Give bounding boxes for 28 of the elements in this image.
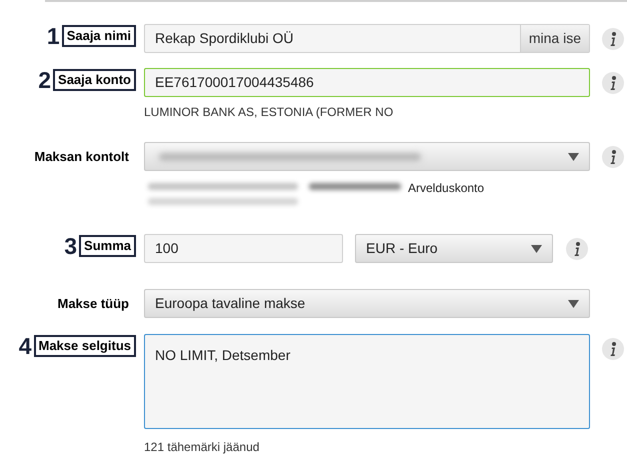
info-icon[interactable] [602, 338, 624, 360]
field-label: Maksan kontolt [34, 148, 130, 166]
caret-icon [568, 300, 579, 308]
payment-type-select[interactable]: Euroopa tavaline makse [144, 289, 590, 318]
field-label: Makse selgitus [34, 335, 136, 357]
step-number: 1 [46, 23, 60, 49]
info-icon[interactable] [566, 238, 588, 260]
account-type: Arvelduskonto [408, 180, 484, 197]
bank-name: LUMINOR BANK AS, ESTONIA (FORMER NO [144, 104, 394, 121]
field-label: Saaja konto [53, 69, 136, 91]
text-field[interactable]: Rekap Spordiklubi OÜ mina ise [144, 24, 590, 53]
amount-field[interactable]: 100 [144, 234, 343, 263]
characters-left: 121 tähemärki jäänud [144, 439, 260, 456]
currency-select[interactable]: EUR - Euro [355, 234, 553, 263]
info-icon[interactable] [602, 146, 624, 168]
caret-icon [568, 152, 579, 160]
step-number: 2 [38, 67, 52, 93]
self-button[interactable]: mina ise [520, 25, 589, 52]
field-label: Makse tüüp [57, 295, 130, 313]
info-icon[interactable] [602, 28, 624, 50]
description-field[interactable]: NO LIMIT, Detsember [144, 334, 590, 429]
step-number: 4 [18, 333, 32, 359]
info-icon[interactable] [602, 72, 624, 94]
field-label: Saaja nimi [62, 25, 136, 47]
step-number: 3 [64, 233, 78, 259]
text-field[interactable]: EE761700017004435486 [144, 68, 590, 97]
caret-icon [531, 244, 542, 252]
field-label: Summa [79, 235, 136, 257]
